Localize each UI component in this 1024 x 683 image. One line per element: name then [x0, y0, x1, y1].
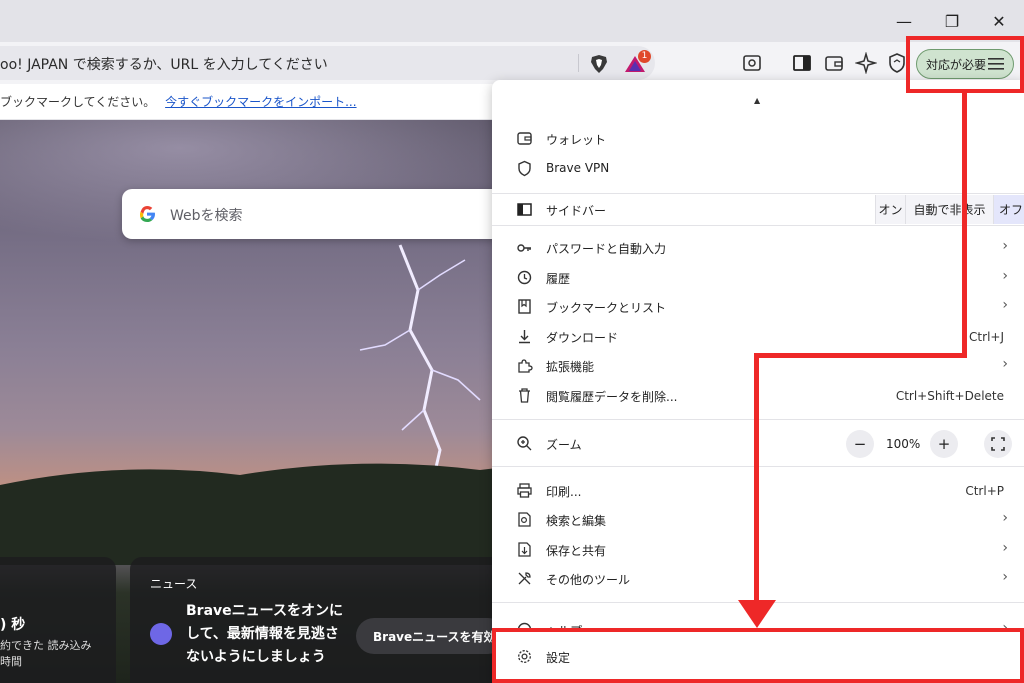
menu-item-passwords[interactable]: パスワードと自動入力 › — [492, 233, 1024, 262]
downloads-shortcut: Ctrl+J — [969, 330, 1004, 344]
brave-shield-icon[interactable] — [588, 54, 610, 74]
menu-label-history: 履歴 — [546, 272, 571, 286]
chevron-right-icon: › — [1002, 268, 1008, 284]
bookmarks-hint-text: ブックマークしてください。 — [0, 95, 156, 109]
trash-icon — [519, 388, 530, 403]
menu-label-zoom: ズーム — [546, 438, 582, 452]
chevron-right-icon: › — [1002, 540, 1008, 556]
wallet-icon[interactable] — [823, 52, 845, 74]
history-icon — [517, 270, 532, 285]
bookmarks-hint: ブックマークしてください。 今すぐブックマークをインポート... — [0, 93, 357, 110]
menu-item-sidebar: サイドバー オン 自動で非表示 オフ — [492, 195, 1024, 224]
printer-icon — [517, 483, 532, 498]
save-icon — [518, 542, 531, 557]
zoom-in-button[interactable]: + — [930, 430, 958, 458]
enable-news-button[interactable]: Braveニュースを有効に — [356, 618, 508, 654]
sidebar-icon — [517, 203, 532, 216]
rewards-badge: 1 — [638, 50, 651, 63]
annotation-path — [754, 353, 967, 358]
enable-news-label: Braveニュースを有効に — [373, 630, 508, 644]
chevron-right-icon: › — [1002, 510, 1008, 526]
puzzle-icon — [518, 359, 533, 373]
menu-label-print: 印刷... — [546, 485, 582, 499]
page-search-icon[interactable] — [741, 52, 763, 74]
wallet-icon — [517, 132, 532, 145]
ntp-search-box[interactable]: Webを検索 — [122, 189, 502, 239]
menu-label-clear-data: 閲覧履歴データを削除... — [546, 390, 678, 404]
address-bar-text[interactable]: oo! JAPAN で検索するか、URL を入力してください — [0, 54, 328, 74]
leo-ai-icon[interactable] — [855, 52, 877, 74]
menu-item-wallet[interactable]: ウォレット — [492, 124, 1024, 153]
menu-label-sidebar: サイドバー — [546, 204, 607, 218]
zoom-out-button[interactable]: − — [846, 430, 874, 458]
chevron-right-icon: › — [1002, 569, 1008, 585]
zoom-icon — [517, 436, 532, 451]
address-bar-divider — [578, 54, 579, 72]
address-bar[interactable]: oo! JAPAN で検索するか、URL を入力してください — [0, 46, 655, 80]
google-logo-icon — [140, 206, 155, 222]
annotation-path — [962, 93, 967, 358]
fullscreen-icon[interactable] — [984, 430, 1012, 458]
menu-label-search-edit: 検索と編集 — [546, 514, 607, 528]
sidebar-option-on[interactable]: オン — [875, 195, 905, 224]
clear-data-shortcut: Ctrl+Shift+Delete — [895, 389, 1004, 403]
zoom-level: 100% — [886, 437, 921, 451]
menu-item-vpn[interactable]: Brave VPN — [492, 154, 1024, 183]
menu-item-downloads[interactable]: ダウンロード Ctrl+J — [492, 322, 1024, 351]
brave-news-icon — [150, 623, 172, 645]
vpn-icon — [518, 160, 531, 177]
menu-label-passwords: パスワードと自動入力 — [546, 242, 667, 256]
highlight-update-button — [906, 36, 1024, 93]
restore-button[interactable]: ❐ — [938, 8, 966, 34]
import-bookmarks-link[interactable]: 今すぐブックマークをインポート... — [165, 95, 356, 109]
menu-label-wallet: ウォレット — [546, 133, 607, 147]
menu-divider — [492, 225, 1024, 226]
tools-icon — [518, 572, 531, 585]
annotation-path — [754, 353, 759, 607]
highlight-settings-item — [492, 628, 1024, 683]
menu-item-history[interactable]: 履歴 › — [492, 263, 1024, 292]
stats-caption: 約できた 読み込み — [0, 639, 92, 652]
chevron-right-icon: › — [1002, 297, 1008, 313]
download-icon — [519, 330, 530, 344]
menu-label-bookmarks: ブックマークとリスト — [546, 301, 667, 315]
sidebar-option-off[interactable]: オフ — [993, 195, 1024, 224]
menu-item-bookmarks[interactable]: ブックマークとリスト › — [492, 292, 1024, 321]
find-in-page-icon — [518, 512, 531, 527]
menu-label-downloads: ダウンロード — [546, 331, 619, 345]
menu-label-vpn: Brave VPN — [546, 161, 610, 175]
title-bar: — ❐ ✕ — [0, 0, 1024, 42]
menu-label-extensions: 拡張機能 — [546, 360, 595, 374]
key-icon — [517, 244, 531, 252]
news-description: Braveニュースをオンにして、最新情報を見逃さないようにしましょう — [186, 603, 343, 665]
sidebar-option-autohide[interactable]: 自動で非表示 — [905, 195, 993, 224]
menu-divider — [492, 193, 1024, 194]
bookmarks-icon — [518, 299, 531, 314]
annotation-arrowhead-icon — [738, 600, 776, 628]
lightning-image — [359, 244, 481, 486]
close-window-button[interactable]: ✕ — [985, 8, 1013, 34]
sidebar-icon[interactable] — [791, 52, 813, 74]
stats-caption-2: 時間 — [0, 655, 22, 668]
chevron-right-icon: › — [1002, 238, 1008, 254]
ntp-search-placeholder: Webを検索 — [170, 208, 243, 224]
news-title: ニュース — [150, 577, 198, 591]
vpn-icon[interactable] — [886, 52, 908, 74]
stats-time-value: ) 秒 — [0, 617, 26, 633]
minimize-button[interactable]: — — [890, 8, 918, 34]
menu-label-save-share: 保存と共有 — [546, 544, 607, 558]
menu-label-more-tools: その他のツール — [546, 573, 631, 587]
print-shortcut: Ctrl+P — [965, 484, 1004, 498]
menu-scroll-up-icon[interactable]: ▲ — [754, 96, 760, 105]
chevron-right-icon: › — [1002, 356, 1008, 372]
